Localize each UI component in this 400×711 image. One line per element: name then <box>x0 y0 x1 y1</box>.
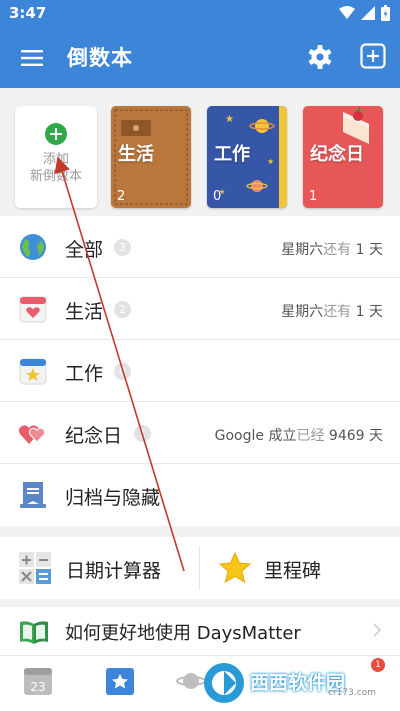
date-calculator-button[interactable]: 日期计算器 <box>0 537 199 599</box>
book-count: 1 <box>309 189 318 204</box>
list-item-label: 归档与隐藏 <box>65 487 161 509</box>
books-nav-icon[interactable] <box>104 665 136 697</box>
add-countdown-icon[interactable] <box>360 43 386 69</box>
chevron-right-icon <box>373 623 382 637</box>
count-badge: 3 <box>114 239 131 256</box>
watermark-logo-icon <box>204 663 244 703</box>
plus-icon <box>45 123 67 145</box>
book-life[interactable]: 生活 2 <box>111 106 191 208</box>
calculator-icon <box>19 552 51 584</box>
date-calculator-label: 日期计算器 <box>66 560 162 582</box>
menu-icon[interactable] <box>20 46 44 70</box>
count-badge: 0 <box>114 363 131 380</box>
book-count: 2 <box>117 189 126 204</box>
list-item-anniversary[interactable]: 纪念日 1 Google 成立已经 9469 天 <box>0 402 400 464</box>
calendar-nav-icon[interactable]: 23 <box>22 665 54 697</box>
book-icon <box>20 621 48 644</box>
milestone-button[interactable]: 里程碑 <box>200 537 400 599</box>
status-time: 3:47 <box>9 4 47 22</box>
list-item-all[interactable]: 全部 3 星期六还有 1 天 <box>0 216 400 278</box>
book-anniversary[interactable]: 纪念日 1 <box>303 106 383 208</box>
list-item-status: 星期六还有 1 天 <box>281 242 383 258</box>
countdown-books: 添加 新倒数本 生活 2 ★ ★ ★ 工作 0 纪念日 1 <box>0 88 400 216</box>
add-book-card[interactable]: 添加 新倒数本 <box>15 106 97 208</box>
status-icons <box>339 5 390 21</box>
signal-icon <box>361 6 375 20</box>
milestone-label: 里程碑 <box>264 560 322 582</box>
hearts-icon <box>18 425 46 444</box>
svg-text:★: ★ <box>225 114 234 125</box>
help-label: 如何更好地使用 DaysMatter <box>65 623 301 644</box>
category-list: 全部 3 星期六还有 1 天 生活 2 星期六还有 1 天 工作 0 纪念日 1… <box>0 216 400 526</box>
battery-icon <box>381 5 390 21</box>
count-badge: 1 <box>134 425 151 442</box>
status-bar: 3:47 <box>0 0 400 28</box>
calendar-day: 23 <box>30 680 45 694</box>
book-name: 工作 <box>214 144 250 165</box>
book-name: 生活 <box>118 144 154 165</box>
list-item-label: 纪念日 <box>65 425 123 447</box>
list-item-label: 工作 <box>65 363 104 385</box>
heart-calendar-icon <box>19 296 47 323</box>
list-item-archive[interactable]: 归档与隐藏 <box>0 464 400 526</box>
page-title: 倒数本 <box>67 46 133 70</box>
bottom-nav: 23 1 西西软件园 cr173.com <box>0 655 400 711</box>
watermark-subtext: cr173.com <box>328 688 376 698</box>
star-icon <box>218 551 252 584</box>
book-name: 纪念日 <box>310 144 364 165</box>
book-count: 0 <box>213 189 222 204</box>
count-badge: 2 <box>114 301 131 318</box>
list-item-status: 星期六还有 1 天 <box>281 304 383 320</box>
watermark: 西西软件园 cr173.com <box>198 658 384 708</box>
book-work[interactable]: ★ ★ ★ 工作 0 <box>207 106 287 208</box>
archive-icon <box>20 482 46 508</box>
help-row[interactable]: 如何更好地使用 DaysMatter <box>0 607 400 655</box>
globe-icon <box>20 234 46 260</box>
list-item-label: 全部 <box>65 239 104 261</box>
list-item-status: Google 成立已经 9469 天 <box>214 428 383 444</box>
list-item-label: 生活 <box>65 301 104 323</box>
list-item-life[interactable]: 生活 2 星期六还有 1 天 <box>0 278 400 340</box>
gear-icon[interactable] <box>307 44 333 70</box>
star-calendar-icon <box>19 358 47 385</box>
app-bar: 倒数本 <box>0 28 400 88</box>
add-book-label: 添加 新倒数本 <box>29 152 82 184</box>
svg-text:★: ★ <box>267 157 274 166</box>
list-item-work[interactable]: 工作 0 <box>0 340 400 402</box>
wifi-icon <box>339 6 355 19</box>
tools-row: 日期计算器 里程碑 <box>0 537 400 599</box>
